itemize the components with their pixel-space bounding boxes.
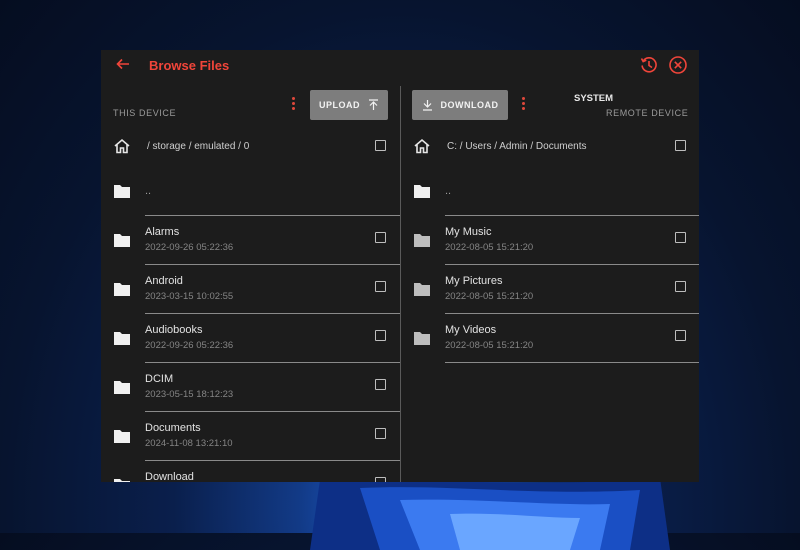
history-icon[interactable] — [639, 55, 659, 75]
parent-folder-label: .. — [445, 185, 452, 197]
item-checkbox[interactable] — [675, 281, 686, 292]
folder-icon — [414, 185, 430, 198]
list-item[interactable]: Audiobooks 2022-09-26 05:22:36 — [101, 314, 400, 363]
folder-icon — [114, 381, 130, 394]
item-checkbox[interactable] — [375, 330, 386, 341]
item-date: 2023-03-15 10:02:55 — [145, 291, 234, 302]
item-checkbox[interactable] — [375, 428, 386, 439]
item-name: Audiobooks — [145, 324, 203, 336]
this-device-label: THIS DEVICE — [113, 108, 177, 118]
upload-button[interactable]: UPLOAD — [310, 90, 388, 120]
download-button[interactable]: DOWNLOAD — [412, 90, 508, 120]
item-name: My Pictures — [445, 275, 503, 287]
folder-icon — [114, 479, 130, 482]
home-icon[interactable] — [413, 138, 431, 154]
item-name: My Videos — [445, 324, 497, 336]
list-item[interactable]: Download — [101, 461, 400, 482]
item-checkbox[interactable] — [375, 477, 386, 482]
item-name: My Music — [445, 226, 492, 238]
list-item[interactable]: Alarms 2022-09-26 05:22:36 — [101, 216, 400, 265]
item-checkbox[interactable] — [375, 379, 386, 390]
home-icon[interactable] — [113, 138, 131, 154]
back-arrow-icon[interactable] — [115, 56, 131, 72]
item-name: DCIM — [145, 373, 174, 385]
item-name: Documents — [145, 422, 201, 434]
item-name: Alarms — [145, 226, 180, 238]
local-parent-row[interactable]: .. — [101, 167, 400, 216]
item-checkbox[interactable] — [675, 232, 686, 243]
folder-icon — [414, 332, 430, 345]
list-item[interactable]: Documents 2024-11-08 13:21:10 — [101, 412, 400, 461]
list-item[interactable]: My Music 2022-08-05 15:21:20 — [401, 216, 699, 265]
page-title: Browse Files — [149, 58, 230, 73]
remote-device-label: REMOTE DEVICE — [606, 108, 689, 118]
upload-icon — [369, 99, 378, 110]
list-item[interactable]: Android 2023-03-15 10:02:55 — [101, 265, 400, 314]
remote-path: C: / Users / Admin / Documents — [447, 141, 587, 152]
folder-icon — [114, 234, 130, 247]
remote-device-name: SYSTEM — [574, 93, 614, 104]
title-bar: Browse Files — [101, 50, 699, 82]
folder-icon — [414, 283, 430, 296]
item-checkbox[interactable] — [375, 232, 386, 243]
item-name: Download — [145, 471, 194, 482]
item-name: Android — [145, 275, 183, 287]
close-icon[interactable] — [668, 55, 688, 75]
row-separator — [445, 361, 699, 363]
download-button-label: DOWNLOAD — [440, 100, 499, 110]
item-checkbox[interactable] — [675, 330, 686, 341]
item-date: 2022-09-26 05:22:36 — [145, 340, 234, 351]
upload-button-label: UPLOAD — [319, 100, 360, 110]
file-browser-window: Browse Files THIS DEVICE UPLOAD DOWNLOAD… — [101, 50, 699, 482]
list-item[interactable]: My Pictures 2022-08-05 15:21:20 — [401, 265, 699, 314]
list-item[interactable]: DCIM 2023-05-15 18:12:23 — [101, 363, 400, 412]
item-date: 2022-09-26 05:22:36 — [145, 242, 234, 253]
folder-icon — [414, 234, 430, 247]
wallpaper-swirl — [310, 478, 670, 550]
local-path: / storage / emulated / 0 — [147, 141, 250, 152]
remote-parent-row[interactable]: .. — [401, 167, 699, 216]
item-date: 2022-08-05 15:21:20 — [445, 242, 534, 253]
folder-icon — [114, 185, 130, 198]
item-date: 2024-11-08 13:21:10 — [145, 438, 233, 449]
select-all-checkbox[interactable] — [375, 140, 386, 151]
item-date: 2022-08-05 15:21:20 — [445, 340, 534, 351]
list-item[interactable]: My Videos 2022-08-05 15:21:20 — [401, 314, 699, 363]
folder-icon — [114, 332, 130, 345]
item-date: 2023-05-15 18:12:23 — [145, 389, 234, 400]
download-icon — [422, 100, 432, 111]
parent-folder-label: .. — [145, 185, 152, 197]
select-all-checkbox[interactable] — [675, 140, 686, 151]
local-more-menu-icon[interactable] — [290, 97, 296, 113]
folder-icon — [114, 283, 130, 296]
folder-icon — [114, 430, 130, 443]
item-date: 2022-08-05 15:21:20 — [445, 291, 534, 302]
item-checkbox[interactable] — [375, 281, 386, 292]
remote-more-menu-icon[interactable] — [520, 97, 526, 113]
